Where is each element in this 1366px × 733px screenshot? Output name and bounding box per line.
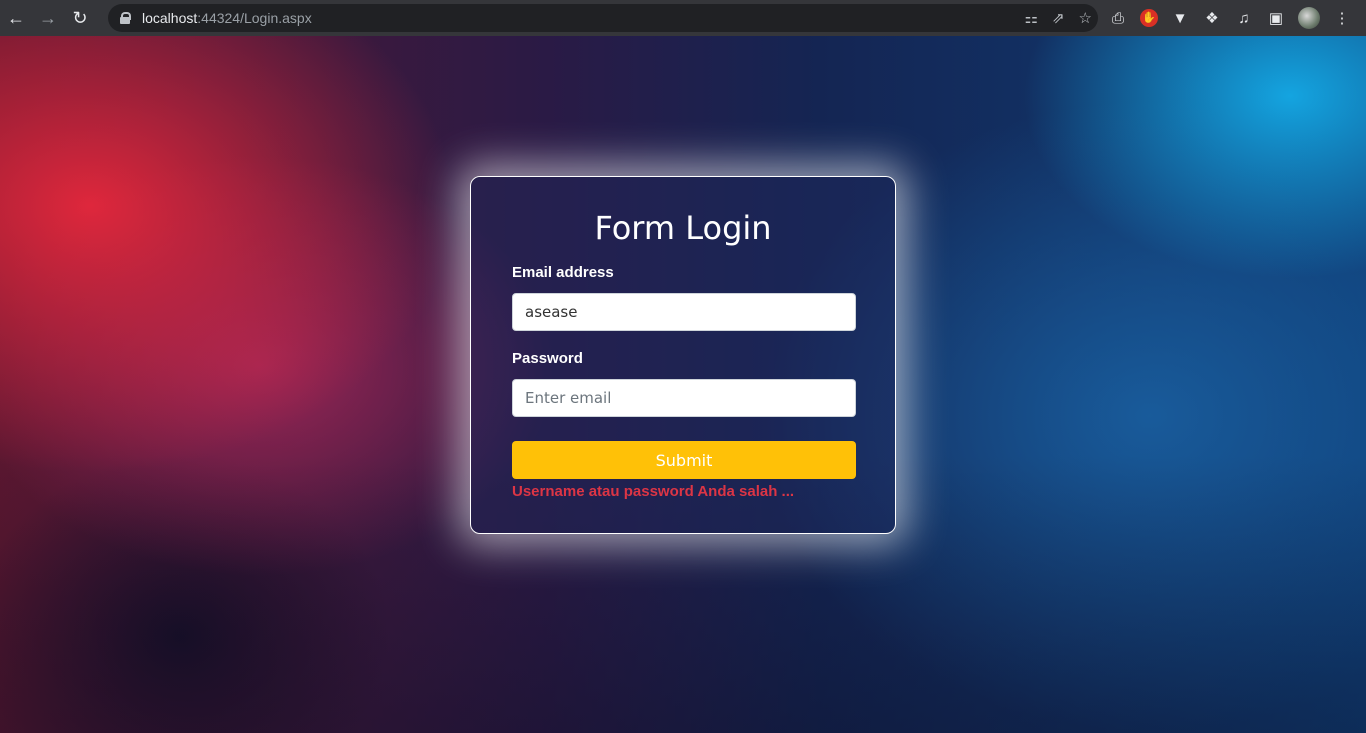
address-bar[interactable]: localhost:44324/Login.aspx ⚏ ⇗ ☆ <box>108 4 1098 32</box>
email-input[interactable] <box>512 293 856 331</box>
email-label: Email address <box>512 264 614 281</box>
reload-icon[interactable]: ↻ <box>64 0 96 36</box>
profile-avatar[interactable] <box>1298 7 1320 29</box>
adblock-icon[interactable]: ✋ <box>1140 9 1158 27</box>
star-icon[interactable]: ☆ <box>1079 9 1092 27</box>
side-panel-icon[interactable]: ▣ <box>1266 9 1286 27</box>
forward-arrow-icon[interactable]: → <box>32 0 64 36</box>
vue-devtools-icon[interactable]: ▼ <box>1170 10 1190 27</box>
lock-icon[interactable] <box>120 12 131 24</box>
extension-c-icon[interactable]: ⎙ <box>1108 10 1128 27</box>
submit-button[interactable]: Submit <box>512 441 856 479</box>
back-arrow-icon[interactable]: ← <box>0 0 32 36</box>
extensions-puzzle-icon[interactable]: ❖ <box>1202 9 1222 27</box>
url-host: localhost <box>142 10 198 26</box>
password-input[interactable] <box>512 379 856 417</box>
key-icon[interactable]: ⚏ <box>1025 9 1038 27</box>
menu-kebab-icon[interactable]: ⋮ <box>1332 9 1352 27</box>
form-title: Form Login <box>594 209 772 247</box>
error-message: Username atau password Anda salah ... <box>512 483 795 500</box>
login-card: Form Login Email address Password Submit… <box>470 176 896 534</box>
url-path: :44324/Login.aspx <box>197 10 312 26</box>
page-background: Form Login Email address Password Submit… <box>0 36 1366 733</box>
media-playlist-icon[interactable]: ♫ <box>1234 10 1254 27</box>
share-icon[interactable]: ⇗ <box>1052 9 1065 27</box>
browser-toolbar: ← → ↻ localhost:44324/Login.aspx ⚏ ⇗ ☆ ⎙… <box>0 0 1366 36</box>
password-label: Password <box>512 350 583 367</box>
